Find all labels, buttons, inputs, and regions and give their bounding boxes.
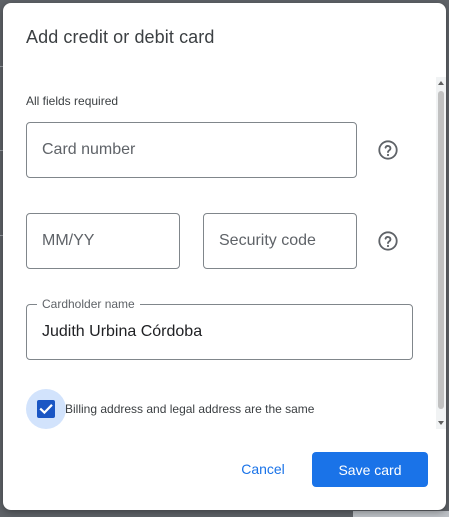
cancel-button[interactable]: Cancel [229, 452, 297, 486]
required-note: All fields required [26, 94, 119, 108]
check-icon [39, 404, 53, 415]
card-number-field[interactable]: Card number [26, 122, 357, 178]
scroll-down-arrow-icon[interactable] [437, 419, 445, 427]
help-circle-icon[interactable] [377, 230, 399, 252]
expiry-field[interactable]: MM/YY [26, 213, 180, 269]
save-card-button[interactable]: Save card [312, 452, 428, 487]
cardholder-name-label: Cardholder name [37, 297, 140, 311]
security-code-field[interactable]: Security code [203, 213, 357, 269]
billing-same-label: Billing address and legal address are th… [65, 402, 315, 416]
scroll-up-arrow-icon[interactable] [437, 79, 445, 87]
card-number-placeholder: Card number [42, 141, 136, 158]
checkbox-box [37, 400, 55, 418]
help-circle-icon[interactable] [377, 139, 399, 161]
form-scroll-area: All fields required Card number MM/YY Se… [3, 71, 446, 431]
security-code-placeholder: Security code [219, 232, 316, 249]
cardholder-name-value: Judith Urbina Córdoba [42, 323, 203, 340]
billing-same-checkbox[interactable] [26, 389, 66, 429]
scrollbar[interactable] [436, 77, 446, 429]
cardholder-name-field[interactable]: Cardholder name Judith Urbina Córdoba [26, 297, 413, 360]
background-panel [353, 511, 449, 517]
add-card-dialog: Add credit or debit card All fields requ… [3, 3, 446, 510]
scrollbar-thumb[interactable] [438, 91, 444, 409]
dialog-title: Add credit or debit card [26, 27, 215, 47]
expiry-placeholder: MM/YY [42, 232, 95, 249]
